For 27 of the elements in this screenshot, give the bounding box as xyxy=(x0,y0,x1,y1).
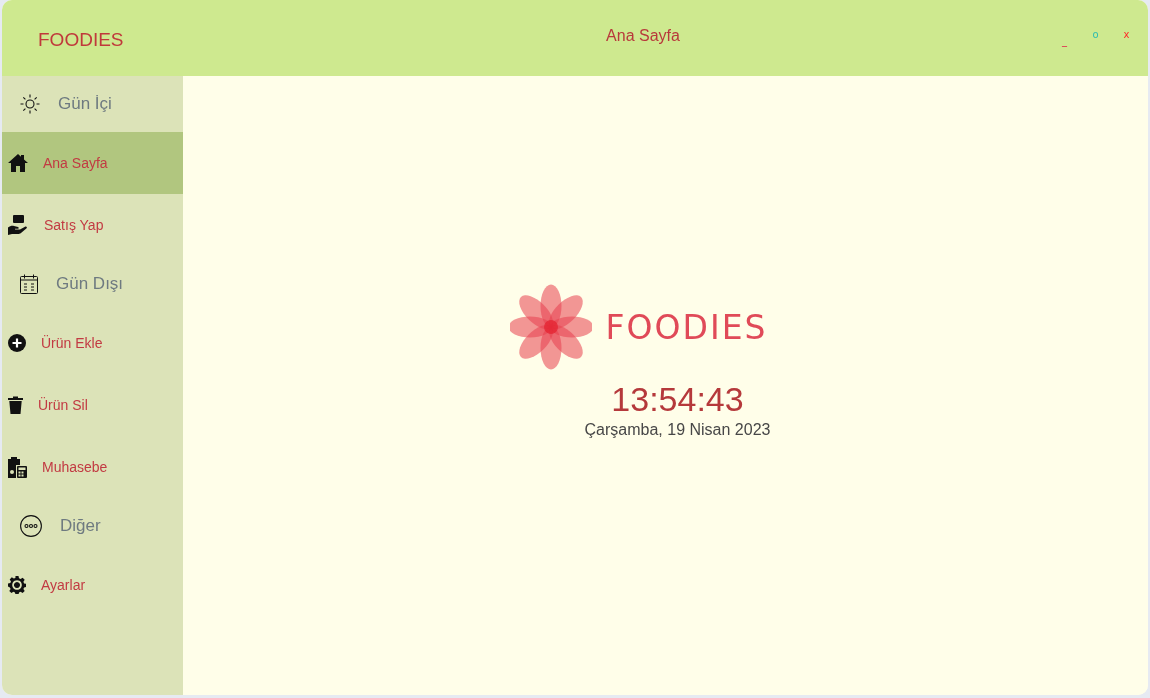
calculator-icon xyxy=(8,456,27,478)
ellipsis-icon xyxy=(20,515,42,537)
plus-circle-icon xyxy=(8,334,26,352)
hand-box-icon xyxy=(8,215,29,235)
flower-logo-icon xyxy=(509,284,592,370)
logo-text: FOODIES xyxy=(605,307,768,347)
trash-icon xyxy=(8,396,23,414)
clock-date: Çarşamba, 19 Nisan 2023 xyxy=(584,421,771,439)
window-title: Ana Sayfa xyxy=(606,27,680,45)
sun-icon xyxy=(20,94,40,114)
clock-time: 13:54:43 xyxy=(611,380,744,419)
gear-icon xyxy=(8,576,26,594)
close-button[interactable]: x xyxy=(1111,26,1142,44)
sidebar-group-item[interactable]: Gün İçi xyxy=(2,76,183,132)
sidebar-item[interactable]: Muhasebe xyxy=(2,436,183,498)
sidebar-group-item[interactable]: Gün Dışı xyxy=(2,256,183,312)
sidebar-item[interactable]: Satış Yap xyxy=(2,194,183,256)
sidebar-item[interactable]: Ayarlar xyxy=(2,554,183,616)
sidebar-item[interactable]: Ana Sayfa xyxy=(2,132,183,194)
brand-name: FOODIES xyxy=(37,27,125,51)
sidebar-item[interactable]: Ürün Sil xyxy=(2,374,183,436)
home-icon xyxy=(8,154,28,172)
minimize-button[interactable]: _ xyxy=(1049,32,1080,50)
sidebar-item[interactable]: Ürün Ekle xyxy=(2,312,183,374)
sidebar-group-item[interactable]: Diğer xyxy=(2,498,183,554)
calendar-icon xyxy=(20,274,38,294)
maximize-button[interactable]: o xyxy=(1080,26,1111,44)
